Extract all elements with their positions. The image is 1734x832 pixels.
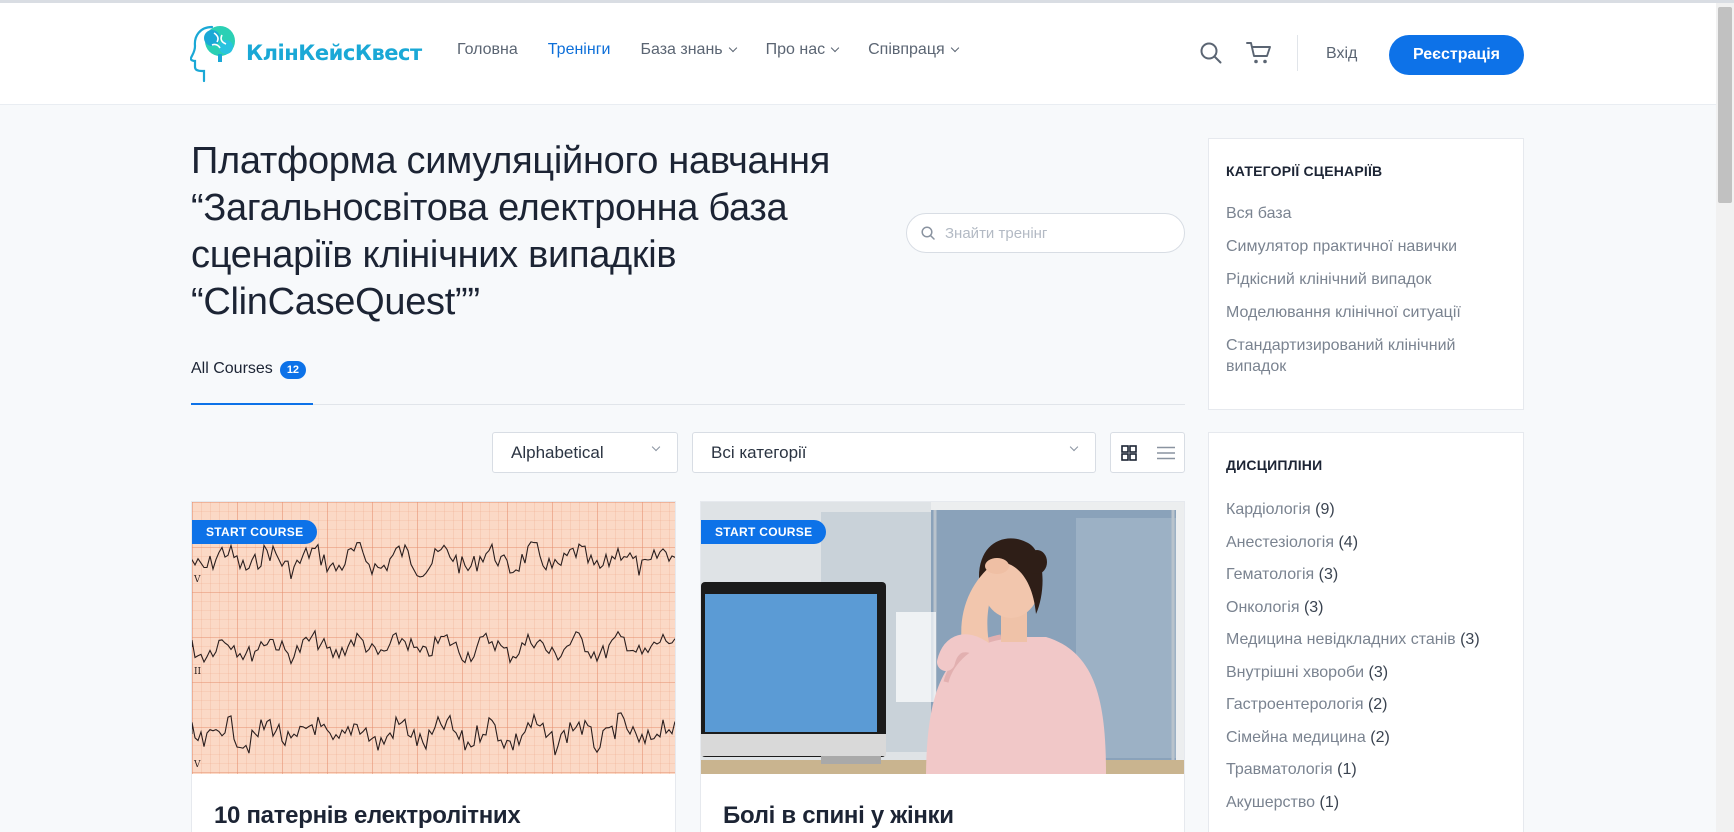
nav-item-home[interactable]: Головна [457,41,518,59]
category-select[interactable]: Всі категорії [692,432,1096,473]
grid-view-icon [1121,444,1138,461]
category-list: Вся база Симулятор практичної навички Рі… [1226,203,1511,389]
discipline-link[interactable]: Онкологія (3) [1226,597,1511,618]
brain-head-logo-icon [190,25,235,83]
discipline-count: (4) [1338,533,1359,551]
discipline-name: Травматологія [1226,761,1333,778]
course-count-badge: 12 [279,361,307,379]
discipline-link[interactable]: Кардіологія (9) [1226,499,1511,520]
nav-label: База знань [640,41,723,58]
search-icon [921,226,935,240]
search-icon[interactable] [1200,42,1222,64]
nav-label: Співпраця [868,41,945,58]
discipline-count: (3) [1460,631,1480,648]
course-tabs: All Courses 12 [191,360,1185,405]
discipline-count: (3) [1303,598,1324,616]
nav-label: Про нас [765,41,826,58]
header-divider [1297,35,1298,71]
category-link[interactable]: Симулятор практичної навички [1226,236,1511,257]
discipline-count: (3) [1368,663,1389,681]
category-link[interactable]: Вся база [1226,203,1511,224]
discipline-link[interactable]: Гастроентерологія (2) [1226,694,1511,715]
discipline-link[interactable]: Травматологія (1) [1226,759,1511,780]
svg-text:V: V [193,760,201,770]
discipline-name: Внутрішні хвороби [1226,663,1365,681]
nav-item-cooperation[interactable]: Співпраця [868,41,959,59]
nav-item-knowledge-base[interactable]: База знань [640,41,737,59]
widget-title: КАТЕГОРІЇ СЦЕНАРІЇВ [1226,163,1383,179]
header-icons [1200,41,1272,65]
cart-icon[interactable] [1246,41,1272,65]
discipline-name: Анестезіологія [1226,533,1335,551]
discipline-count: (2) [1370,728,1390,746]
brand-name: КлінКейсКвест [246,41,422,65]
course-card[interactable]: V II V START COURSE 10 патернів електрол… [191,501,676,832]
discipline-count: (2) [1367,696,1388,713]
discipline-link[interactable]: Анестезіологія (4) [1226,532,1511,553]
sort-select[interactable]: Alphabetical [492,432,678,473]
category-link[interactable]: Стандартизирований клінічний випадок [1226,335,1511,377]
nav-item-trainings[interactable]: Тренінги [548,41,611,59]
discipline-name: Гастроентерологія [1226,696,1364,713]
site-logo[interactable]: КлінКейсКвест [190,21,422,85]
login-link[interactable]: Вхід [1326,45,1357,63]
discipline-link[interactable]: Сімейна медицина (2) [1226,727,1511,748]
scrollbar-thumb[interactable] [1718,7,1732,203]
course-card[interactable]: START COURSE Болі в спині у жінки [700,501,1185,832]
chevron-down-icon [1069,442,1079,452]
discipline-name: Сімейна медицина [1226,728,1366,746]
start-course-badge[interactable]: START COURSE [192,520,318,544]
course-title[interactable]: 10 патернів електролітних [214,802,521,830]
discipline-count: (1) [1319,793,1340,811]
discipline-name: Онкологія [1226,598,1300,616]
start-course-badge[interactable]: START COURSE [701,520,827,544]
discipline-name: Кардіологія [1226,501,1311,518]
discipline-count: (9) [1315,501,1335,518]
list-view-icon [1156,446,1175,459]
page-scrollbar[interactable] [1716,3,1734,832]
tab-label: All Courses [191,360,273,377]
discipline-link[interactable]: Гематологія (3) [1226,564,1511,585]
register-button[interactable]: Реєстрація [1389,35,1524,75]
nav-item-about[interactable]: Про нас [765,41,840,59]
svg-text:II: II [194,667,202,677]
chevron-down-icon [728,43,737,53]
main-nav: Головна Тренінги База знань Про нас Спів… [457,41,988,59]
discipline-list: Кардіологія (9) Анестезіологія (4) Гемат… [1226,499,1511,824]
category-link[interactable]: Моделювання клінічної ситуації [1226,302,1511,323]
course-search [906,213,1185,253]
scenario-categories-widget: КАТЕГОРІЇ СЦЕНАРІЇВ Вся база Симулятор п… [1208,138,1524,410]
sort-value: Alphabetical [511,442,604,462]
discipline-count: (1) [1337,761,1357,778]
chevron-down-icon [651,442,661,452]
discipline-count: (3) [1318,566,1339,583]
disciplines-widget: ДИСЦИПЛІНИ Кардіологія (9) Анестезіологі… [1208,432,1524,832]
nav-label: Тренінги [547,41,611,58]
discipline-name: Медицина невідкладних станів [1226,631,1456,648]
site-header: КлінКейсКвест Головна Тренінги База знан… [0,3,1716,105]
nav-label: Головна [457,41,518,58]
page-title: Платформа симуляційного навчання “Загаль… [191,140,830,323]
category-link[interactable]: Рідкісний клінічний випадок [1226,269,1511,290]
svg-text:V: V [193,575,201,585]
discipline-name: Гематологія [1226,566,1315,583]
discipline-link[interactable]: Акушерство (1) [1226,792,1511,813]
course-title[interactable]: Болі в спині у жінки [723,802,954,830]
tab-all-courses[interactable]: All Courses 12 [191,360,313,405]
chevron-down-icon [950,43,959,53]
chevron-down-icon [830,43,840,53]
category-value: Всі категорії [711,442,807,462]
discipline-link[interactable]: Внутрішні хвороби (3) [1226,662,1511,683]
list-view-button[interactable] [1148,433,1185,472]
discipline-name: Акушерство [1226,793,1316,811]
widget-title: ДИСЦИПЛІНИ [1226,457,1323,473]
grid-view-button[interactable] [1111,433,1148,472]
discipline-link[interactable]: Медицина невідкладних станів (3) [1226,629,1511,650]
search-input[interactable] [945,224,1165,242]
view-toggle [1110,432,1185,473]
